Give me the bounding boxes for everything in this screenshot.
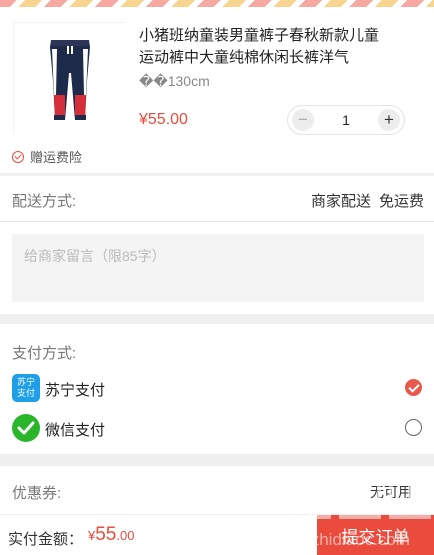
suning-pay-icon-text: 苏宁支付 — [16, 377, 35, 398]
payment-option-label: 苏宁支付 — [45, 382, 106, 399]
delivery-value: 商家配送 免运费 — [311, 190, 424, 211]
top-decorative-stripe — [0, 0, 434, 7]
wechat-pay-icon — [12, 414, 40, 442]
product-title: 小猪班纳童装男童裤子春秋新款儿童运动裤中大童纯棉休闲长裤洋气 — [139, 27, 380, 66]
submit-order-button[interactable]: 提交订单 — [317, 515, 434, 555]
message-section — [0, 222, 434, 314]
suning-pay-icon: 苏宁支付 — [12, 374, 40, 402]
quantity-minus-button[interactable]: − — [292, 109, 314, 131]
quantity-value[interactable]: 1 — [318, 106, 374, 134]
quantity-plus-button[interactable]: + — [378, 109, 400, 131]
product-spec: ��130cm — [139, 73, 210, 89]
delivery-method: 商家配送 — [310, 193, 371, 210]
payment-option-label: 微信支付 — [45, 422, 106, 439]
payment-section: 支付方式: 苏宁支付 苏宁支付 微信支付 — [0, 324, 434, 454]
product-card: 小猪班纳童装男童裤子春秋新款儿童运动裤中大童纯棉休闲长裤洋气 ��130cm ¥… — [0, 7, 434, 173]
payment-option-wechat[interactable]: 微信支付 — [0, 412, 434, 446]
shipping-insurance-badge: 赠运费险 — [12, 147, 82, 166]
quantity-stepper: − 1 + — [287, 105, 405, 135]
payment-radio-selected[interactable] — [405, 379, 422, 396]
delivery-row[interactable]: 配送方式: 商家配送 免运费 — [0, 176, 434, 222]
coupon-label: 优惠券: — [12, 485, 62, 502]
payment-radio-unselected[interactable] — [405, 419, 422, 436]
total-label: 实付金额： — [8, 531, 84, 548]
payment-label: 支付方式: — [12, 345, 77, 362]
seller-message-input[interactable] — [12, 234, 424, 302]
shipping-insurance-label: 赠运费险 — [30, 150, 83, 165]
payment-option-suning[interactable]: 苏宁支付 苏宁支付 — [0, 372, 434, 406]
check-circle-icon — [12, 150, 24, 163]
checkout-bar: 实付金额： ¥55.00 提交订单 — [0, 514, 434, 555]
product-price: ¥55.00 — [139, 111, 188, 128]
coupon-row[interactable]: 优惠券: 无可用 — [0, 466, 434, 514]
delivery-fee: 免运费 — [378, 193, 424, 210]
total-amount-decimal: .00 — [116, 528, 135, 543]
pants-product-image — [14, 23, 126, 135]
total-amount-integer: 55 — [95, 524, 117, 545]
delivery-label: 配送方式: — [12, 193, 77, 210]
total-amount: ¥55.00 — [88, 524, 134, 546]
coupon-value: 无可用 — [370, 484, 412, 500]
product-image[interactable] — [13, 22, 126, 135]
